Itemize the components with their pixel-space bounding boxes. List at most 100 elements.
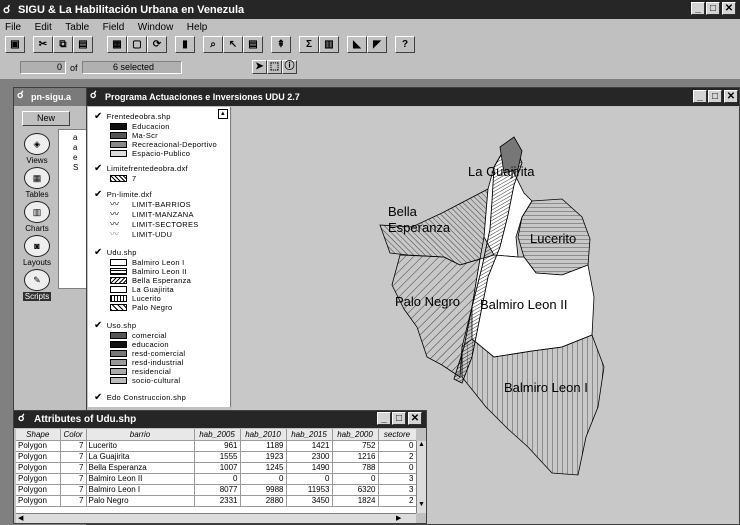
scroll-up-arrow-icon[interactable]: ▲ <box>417 441 426 448</box>
checkmark-icon[interactable]: ✔ <box>94 247 103 258</box>
menu-help[interactable]: Help <box>187 22 208 33</box>
selected-field: 6 selected <box>82 61 182 74</box>
attributes-titlebar[interactable]: ☌ Attributes of Udu.shp _ □ ✕ <box>14 411 426 428</box>
legend-class: Lucerito <box>110 294 161 303</box>
selected-count-field: 0 <box>20 61 66 74</box>
refresh-icon[interactable]: ⟳ <box>147 36 167 53</box>
column-header-shape[interactable]: Shape <box>16 429 61 441</box>
stats-icon[interactable]: ▥ <box>319 36 339 53</box>
column-header-hab-2005[interactable]: hab_2005 <box>194 429 241 441</box>
checkmark-icon[interactable]: ✔ <box>94 189 103 200</box>
table-row[interactable]: Polygon 7 Palo Negro 2331 2880 3450 1824 2 <box>16 495 416 507</box>
sort-descending-icon[interactable]: ◤ <box>367 36 387 53</box>
class-label: LIMIT-MANZANA <box>132 210 194 219</box>
identify-tool-icon[interactable]: ⓘ <box>282 60 297 74</box>
class-label: Espacio-Publico <box>132 149 191 158</box>
class-label: LIMIT-SECTORES <box>132 220 199 229</box>
menu-field[interactable]: Field <box>103 22 125 33</box>
scroll-right-arrow-icon[interactable]: ▶ <box>396 514 401 522</box>
vertical-scrollbar[interactable]: ▲ ▼ <box>416 441 426 513</box>
menu-table[interactable]: Table <box>65 22 89 33</box>
view-title: Programa Actuaciones e Inversiones UDU 2… <box>105 92 300 102</box>
new-button[interactable]: New <box>22 111 70 126</box>
theme-uso[interactable]: ✔ Uso.shp <box>94 320 136 331</box>
checkmark-icon[interactable]: ✔ <box>94 111 103 122</box>
theme-name: Udu.shp <box>106 248 137 257</box>
legend-swatch <box>110 350 127 357</box>
menu-window[interactable]: Window <box>138 22 174 33</box>
theme-frentedeobra[interactable]: ✔ Frentedeobra.shp <box>94 111 171 122</box>
table-row[interactable]: Polygon 7 Lucerito 961 1189 1421 752 0 <box>16 440 416 452</box>
table-view-icon[interactable]: ▦ <box>107 36 127 53</box>
app-maximize-button[interactable]: □ <box>706 2 720 15</box>
theme-udu[interactable]: ✔ Udu.shp <box>94 247 137 258</box>
view-close-button[interactable]: ✕ <box>724 90 738 103</box>
help-cursor-icon[interactable]: ? <box>395 36 415 53</box>
scroll-down-arrow-icon[interactable]: ▼ <box>417 501 426 508</box>
legend-scroll-up[interactable]: ▲ <box>218 109 228 119</box>
tables-item[interactable]: ▦ Tables <box>17 167 57 199</box>
cell-hab-2000: 1216 <box>332 451 379 463</box>
legend-class: Ma-Scr <box>110 131 158 140</box>
view-minimize-button[interactable]: _ <box>693 90 707 103</box>
select-tool-icon[interactable]: ⬚ <box>267 60 282 74</box>
app-minimize-button[interactable]: _ <box>691 2 705 15</box>
label-palo-negro: Palo Negro <box>395 294 461 309</box>
tables-icon: ▦ <box>24 167 50 189</box>
legend-swatch <box>110 150 127 157</box>
view-titlebar[interactable]: ☌ Programa Actuaciones e Inversiones UDU… <box>87 88 739 106</box>
find-icon[interactable]: ⌕ <box>203 36 223 53</box>
attributes-minimize-button[interactable]: _ <box>377 412 391 425</box>
cell-shape: Polygon <box>16 484 61 496</box>
table-row[interactable]: Polygon 7 Balmiro Leon I 8077 9988 11953 6320 3 <box>16 484 416 496</box>
legend-swatch <box>110 359 127 366</box>
cell-hab-2000: 788 <box>332 462 379 474</box>
view-maximize-button[interactable]: □ <box>708 90 722 103</box>
query-icon[interactable]: ↖ <box>223 36 243 53</box>
theme-edo-construccion[interactable]: ✔ Edo Construccion.shp <box>94 392 186 403</box>
column-header-barrio[interactable]: barrio <box>86 429 195 441</box>
layout-icon[interactable]: ▢ <box>127 36 147 53</box>
checkmark-icon[interactable]: ✔ <box>94 392 103 403</box>
menu-file[interactable]: File <box>5 22 21 33</box>
attributes-maximize-button[interactable]: □ <box>392 412 406 425</box>
views-item[interactable]: ◈ Views <box>17 133 57 165</box>
cut-icon[interactable]: ✂ <box>33 36 53 53</box>
pointer-tool-icon[interactable]: ➤ <box>252 60 267 74</box>
table-row[interactable]: Polygon 7 Balmiro Leon II 0 0 0 0 3 <box>16 473 416 485</box>
chart-icon[interactable]: ▮ <box>175 36 195 53</box>
promote-icon[interactable]: ⇞ <box>271 36 291 53</box>
scripts-item[interactable]: ✎ Scripts <box>17 269 57 301</box>
app-close-button[interactable]: ✕ <box>722 2 736 15</box>
scroll-left-arrow-icon[interactable]: ◀ <box>18 514 23 522</box>
save-icon[interactable]: ▣ <box>5 36 25 53</box>
table-row[interactable]: Polygon 7 La Guajirita 1555 1923 2300 1216 2 <box>16 451 416 463</box>
table-row[interactable]: Polygon 7 Bella Esperanza 1007 1245 1490 788 0 <box>16 462 416 474</box>
menu-edit[interactable]: Edit <box>35 22 52 33</box>
copy-icon[interactable]: ⧉ <box>53 36 73 53</box>
attributes-close-button[interactable]: ✕ <box>408 412 422 425</box>
layouts-item[interactable]: ◙ Layouts <box>17 235 57 267</box>
cell-hab-2010: 9988 <box>240 484 287 496</box>
class-label: Balmiro Leon II <box>132 267 187 276</box>
column-header-hab-2015[interactable]: hab_2015 <box>286 429 333 441</box>
checkmark-icon[interactable]: ✔ <box>94 163 103 174</box>
sort-ascending-icon[interactable]: ◣ <box>347 36 367 53</box>
select-all-icon[interactable]: ▤ <box>243 36 263 53</box>
charts-item[interactable]: ▥ Charts <box>17 201 57 233</box>
theme-limitefrentedeobra[interactable]: ✔ Limitefrentedeobra.dxf <box>94 163 188 174</box>
cell-hab-2010: 1245 <box>240 462 287 474</box>
theme-pn-limite[interactable]: ✔ Pn-limite.dxf <box>94 189 152 200</box>
paste-icon[interactable]: ▤ <box>73 36 93 53</box>
sum-icon[interactable]: Σ <box>299 36 319 53</box>
checkmark-icon[interactable]: ✔ <box>94 320 103 331</box>
app-titlebar: ☌ SIGU & La Habilitación Urbana en Venez… <box>0 0 740 19</box>
project-list[interactable]: a a e S <box>58 129 89 289</box>
column-header-color[interactable]: Color <box>60 429 87 441</box>
project-titlebar[interactable]: ☌ pn-sigu.a <box>14 88 90 106</box>
column-header-hab-2000[interactable]: hab_2000 <box>332 429 379 441</box>
cell-barrio: Palo Negro <box>86 495 195 507</box>
column-header-sectore[interactable]: sectore <box>378 429 416 441</box>
horizontal-scrollbar[interactable]: ◀ ▶ <box>16 513 416 523</box>
column-header-hab-2010[interactable]: hab_2010 <box>240 429 287 441</box>
